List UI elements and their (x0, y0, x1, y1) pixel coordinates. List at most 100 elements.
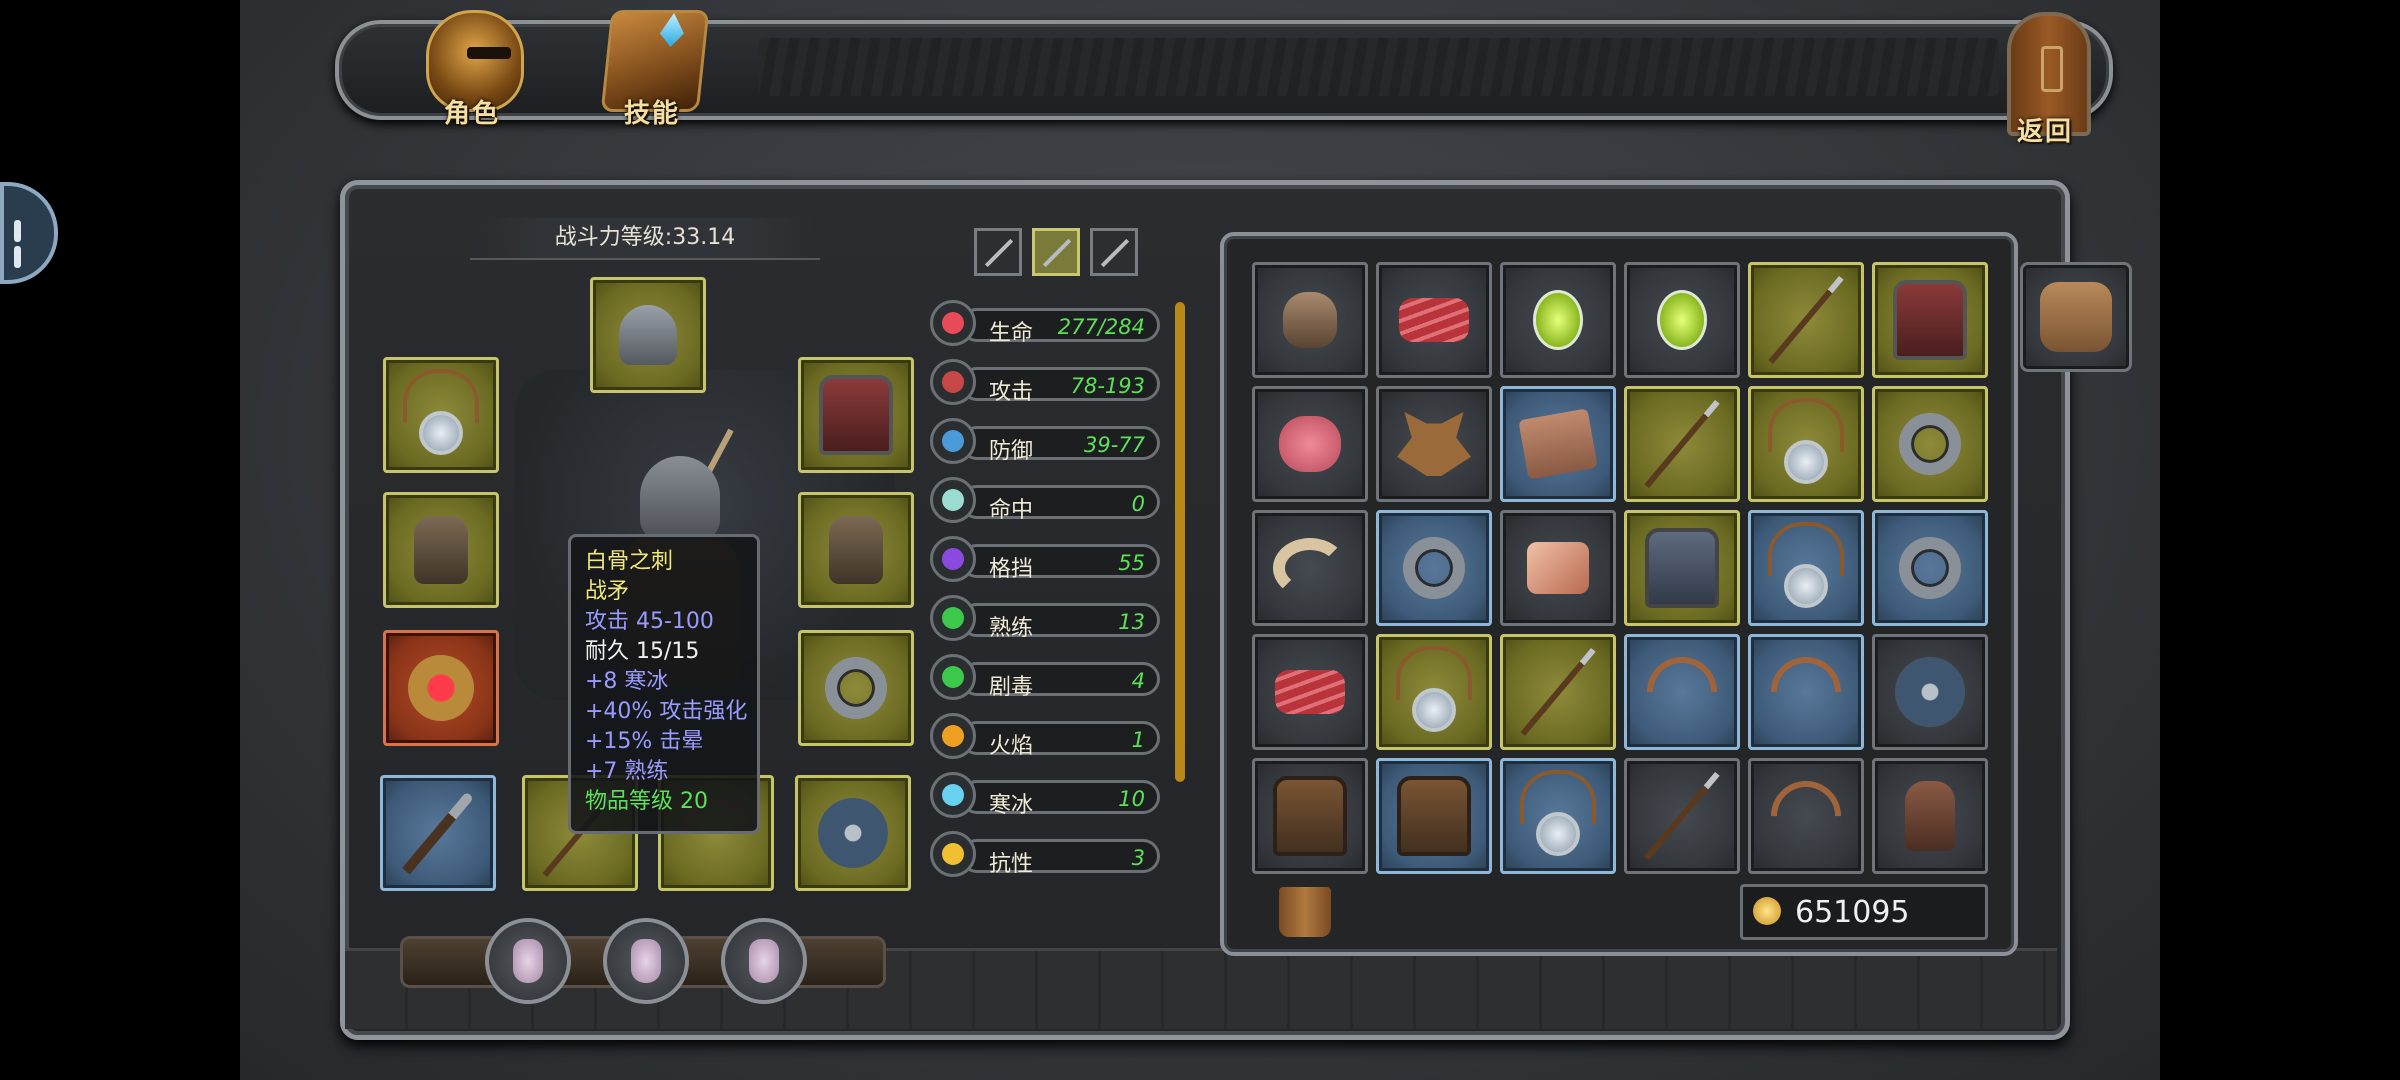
skill-button[interactable]: 技能 (592, 10, 712, 130)
armor-icon (1893, 280, 1967, 360)
inventory-slot[interactable] (1872, 510, 1988, 626)
stat-row: 抗性 3 (930, 829, 1170, 879)
stat-name: 防御 (989, 439, 1034, 464)
inventory-slot[interactable] (1872, 386, 1988, 502)
inventory-slot[interactable] (1748, 758, 1864, 874)
tooltip-bonus: +40% 攻击强化 (585, 699, 748, 724)
trash-bucket[interactable] (1270, 880, 1340, 944)
tab-spear[interactable] (1032, 228, 1080, 276)
back-label: 返回 (2016, 117, 2073, 147)
inventory-slot[interactable] (1748, 262, 1864, 378)
inventory-slot[interactable] (1872, 758, 1988, 874)
amulet-icon (1768, 398, 1844, 484)
tooltip-item-level: 物品等级 20 (585, 789, 709, 814)
spear-icon (1644, 399, 1720, 489)
gold-amount: 651095 (1795, 895, 1910, 930)
pause-icon (14, 220, 36, 268)
ring-icon (825, 657, 887, 719)
stats-scrollbar[interactable] (1175, 302, 1185, 782)
quick-slot-3[interactable] (721, 918, 807, 1004)
quick-slot-1[interactable] (485, 918, 571, 1004)
inventory-slot[interactable] (1500, 262, 1616, 378)
stat-value: 55 (1118, 551, 1145, 575)
mace-icon (402, 791, 474, 875)
bag-button[interactable] (2020, 262, 2132, 372)
ruby-ring-icon (408, 655, 474, 721)
equip-slot-gloves-left[interactable] (383, 492, 499, 608)
snowflake-icon (930, 772, 976, 818)
inventory-slot[interactable] (1252, 262, 1368, 378)
inventory-slot[interactable] (1748, 386, 1864, 502)
stat-name: 生命 (989, 321, 1034, 346)
potion-icon (1657, 290, 1707, 350)
equip-slot-head[interactable] (590, 277, 706, 393)
horn-icon (1273, 538, 1347, 598)
meat-icon (1399, 298, 1469, 342)
stat-name: 火焰 (989, 734, 1034, 759)
glove-icon (414, 516, 468, 584)
inventory-slot[interactable] (1624, 510, 1740, 626)
bow-icon (1632, 642, 1732, 742)
round-shield-icon (1895, 657, 1965, 727)
inventory-slot[interactable] (1252, 634, 1368, 750)
gauntlet-icon (1905, 781, 1955, 851)
flask-icon (631, 939, 661, 983)
inventory-slot[interactable] (1872, 634, 1988, 750)
inventory-slot[interactable] (1748, 634, 1864, 750)
stat-name: 熟练 (989, 616, 1034, 641)
equip-slot-weapon-1[interactable] (380, 775, 496, 891)
skull-icon (930, 654, 976, 700)
stat-row: 寒冰 10 (930, 770, 1170, 820)
inventory-slot[interactable] (1500, 386, 1616, 502)
stat-bar: 抗性 3 (960, 839, 1160, 877)
stat-bar: 熟练 13 (960, 603, 1160, 641)
quick-slot-2[interactable] (603, 918, 689, 1004)
flask-icon (749, 939, 779, 983)
inventory-slot[interactable] (1624, 758, 1740, 874)
stat-bar: 防御 39-77 (960, 426, 1160, 464)
role-button[interactable]: 角色 (412, 10, 532, 130)
equip-slot-ring-right[interactable] (798, 630, 914, 746)
stat-value: 3 (1131, 846, 1145, 870)
tab-bow[interactable] (1090, 228, 1138, 276)
power-level: 战斗力等级:33.14 (470, 218, 820, 260)
spear-icon (1644, 771, 1720, 861)
inventory-slot[interactable] (1252, 758, 1368, 874)
inventory-slot[interactable] (1500, 510, 1616, 626)
armor-icon (819, 375, 893, 455)
stat-bar: 攻击 78-193 (960, 367, 1160, 405)
equip-slot-offhand[interactable] (795, 775, 911, 891)
role-label: 角色 (443, 99, 500, 129)
inventory-slot[interactable] (1376, 634, 1492, 750)
inventory-slot[interactable] (1376, 262, 1492, 378)
heart-meat-icon (1279, 416, 1341, 472)
inventory-slot[interactable] (1500, 634, 1616, 750)
stat-bar: 命中 0 (960, 485, 1160, 523)
equip-slot-chest[interactable] (798, 357, 914, 473)
amulet-icon (1396, 646, 1472, 732)
flask-icon (513, 939, 543, 983)
inventory-slot[interactable] (1376, 386, 1492, 502)
equip-slot-neck[interactable] (383, 357, 499, 473)
inventory-slot[interactable] (1252, 386, 1368, 502)
back-button[interactable]: 返回 (1985, 12, 2105, 147)
stat-name: 格挡 (989, 557, 1034, 582)
side-menu-toggle[interactable] (0, 182, 58, 284)
inventory-slot[interactable] (1376, 758, 1492, 874)
inventory-slot[interactable] (1624, 262, 1740, 378)
inventory-slot[interactable] (1624, 386, 1740, 502)
stats-list[interactable]: 生命 277/284 攻击 78-193 防御 39-77 命中 0 格挡 55 熟练 13 剧毒 4 火焰… (930, 298, 1170, 918)
equip-slot-ring-left[interactable] (383, 630, 499, 746)
equip-slot-gloves-right[interactable] (798, 492, 914, 608)
inventory-slot[interactable] (1872, 262, 1988, 378)
game-screen: 角色 技能 返回 战斗力等级:33.14 白骨之刺 战矛 攻击 45-100 耐… (240, 0, 2160, 1080)
inventory-slot[interactable] (1500, 758, 1616, 874)
inventory-slot[interactable] (1624, 634, 1740, 750)
inventory-slot[interactable] (1376, 510, 1492, 626)
tab-sword[interactable] (974, 228, 1022, 276)
pelt-icon (1397, 412, 1471, 476)
stat-name: 寒冰 (989, 793, 1034, 818)
inventory-slot[interactable] (1748, 510, 1864, 626)
inventory-slot[interactable] (1252, 510, 1368, 626)
bucket-icon (1279, 887, 1331, 937)
